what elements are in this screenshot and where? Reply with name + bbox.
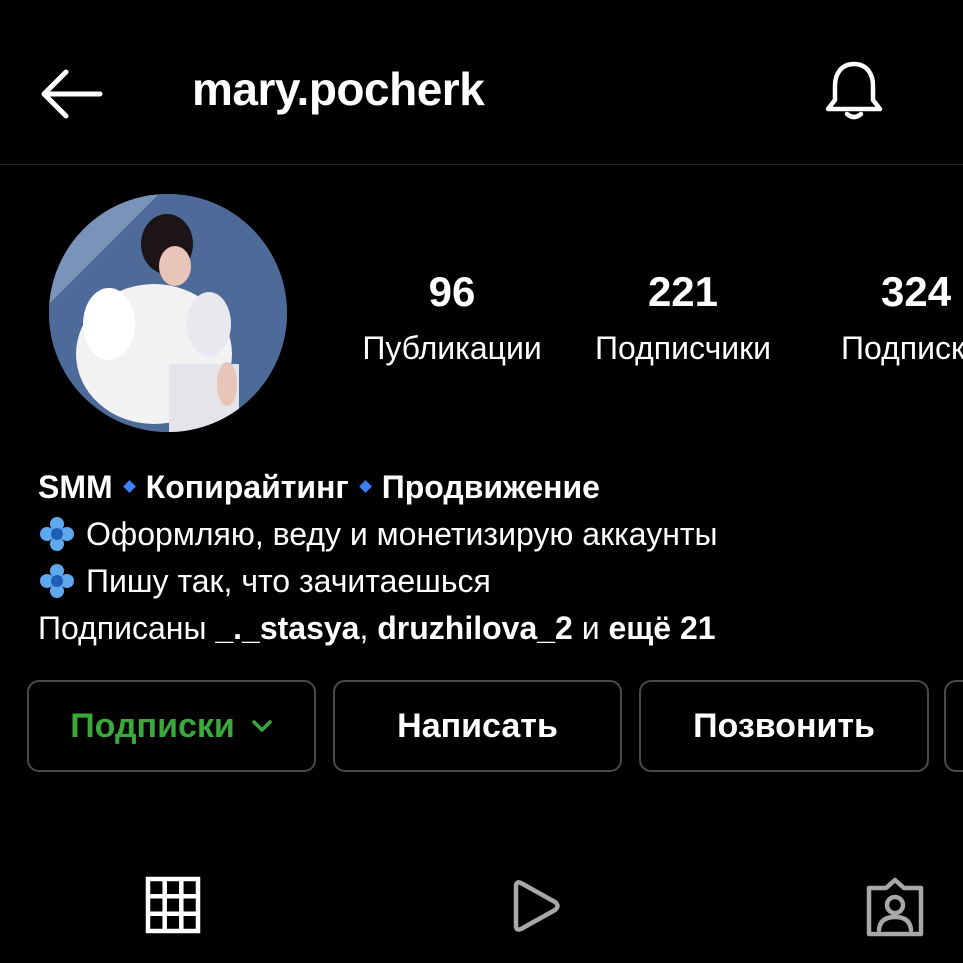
profile-bio: SMM Копирайтинг Продвижение Оформляю, веду… (38, 464, 958, 652)
grid-icon[interactable] (145, 876, 201, 934)
call-button[interactable]: Позвонить (639, 680, 929, 772)
bio-tag: Копирайтинг (145, 469, 349, 505)
stat-followers-label: Подписчики (594, 330, 772, 366)
bio-line: Пишу так, что зачитаешься (38, 558, 958, 605)
top-bar: mary.pocherk (0, 0, 963, 165)
stat-posts-value: 96 (428, 268, 476, 315)
followed-by-user[interactable]: druzhilova_2 (377, 610, 573, 646)
call-button-label: Позвонить (693, 706, 875, 745)
flower-icon (40, 563, 74, 598)
bio-tag: Продвижение (381, 469, 600, 505)
more-button[interactable] (944, 680, 963, 772)
stat-followers[interactable]: 221 Подписчики (583, 268, 783, 368)
stat-following[interactable]: 324 Подписки (841, 268, 963, 368)
bio-line: Оформляю, веду и монетизирую аккаунты (38, 511, 958, 558)
followed-by-separator: , (359, 610, 378, 646)
flower-icon (40, 516, 74, 551)
bio-text: Пишу так, что зачитаешься (86, 563, 491, 599)
following-button[interactable]: Подписки (27, 680, 316, 772)
bio-tag: SMM (38, 469, 113, 505)
stat-following-label: Подписки (841, 330, 963, 366)
followed-by-line[interactable]: Подписаны _._stasya, druzhilova_2 и ещё … (38, 605, 958, 652)
message-button-label: Написать (397, 706, 558, 745)
diamond-icon (122, 480, 136, 493)
play-icon[interactable] (508, 878, 564, 934)
followed-by-user[interactable]: _._stasya (215, 610, 359, 646)
stat-posts[interactable]: 96 Публикации (352, 268, 552, 368)
profile-username: mary.pocherk (192, 63, 485, 115)
tagged-user-icon[interactable] (864, 876, 926, 938)
following-button-label: Подписки (70, 706, 235, 745)
followed-by-and: и (572, 610, 609, 646)
message-button[interactable]: Написать (333, 680, 622, 772)
followed-by-more[interactable]: ещё 21 (609, 610, 716, 646)
avatar-photo (49, 194, 287, 432)
stat-following-value: 324 (881, 268, 952, 315)
back-arrow-icon[interactable] (36, 66, 104, 122)
bell-icon[interactable] (820, 56, 888, 124)
avatar[interactable] (49, 194, 287, 432)
diamond-icon (358, 480, 372, 493)
followed-by-prefix: Подписаны (38, 610, 216, 646)
stat-followers-value: 221 (647, 268, 719, 315)
bio-tags-line: SMM Копирайтинг Продвижение (38, 464, 958, 511)
stat-posts-label: Публикации (362, 330, 542, 366)
bio-text: Оформляю, веду и монетизирую аккаунты (86, 516, 718, 552)
chevron-down-icon (252, 720, 272, 732)
